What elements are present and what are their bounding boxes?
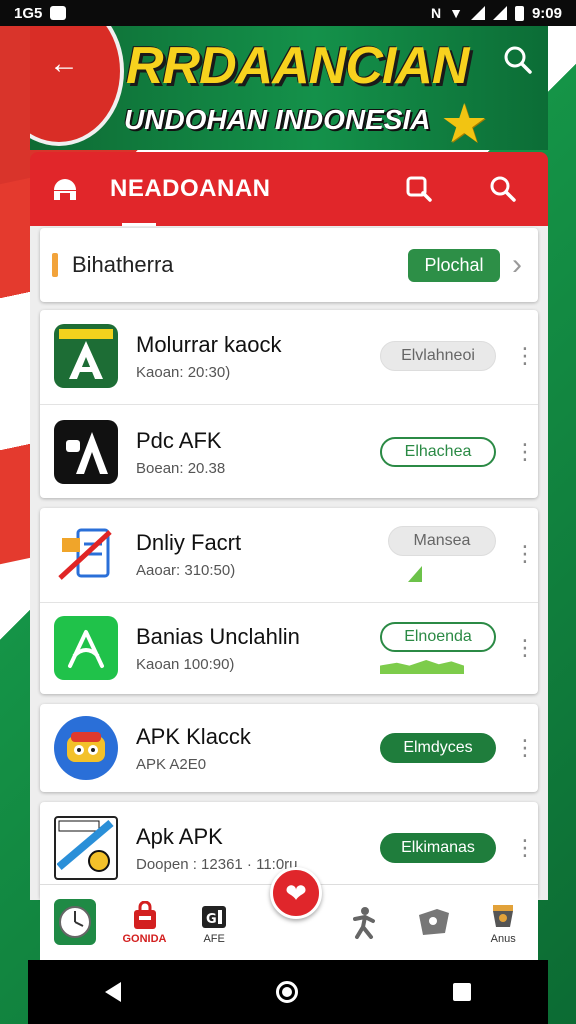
app-meta: Boean: 20.38 <box>136 459 226 477</box>
nav-item-anus[interactable]: Anus <box>468 901 538 945</box>
more-vert-icon[interactable]: ⋮ <box>514 637 536 659</box>
search-icon-toolbar[interactable] <box>488 174 518 204</box>
app-name: Banias Unclahlin <box>136 623 300 649</box>
nav-label-shop: GONIDA <box>122 932 167 945</box>
app-name: Molurrar kaock <box>136 331 282 357</box>
banner-subtitle: UNDOHAN INDONESIA <box>124 104 431 135</box>
notification-icon <box>50 6 67 20</box>
filter-accent <box>52 253 58 277</box>
app-name: Apk APK <box>136 823 223 849</box>
toolbar: NEADOANAN <box>30 152 548 226</box>
app-name: Dnliy Facrt <box>136 529 242 555</box>
fab-button[interactable]: ❤ <box>270 867 322 919</box>
app-action-button[interactable]: Elhachea <box>380 437 496 467</box>
app-action-button[interactable]: Elnoenda <box>380 622 496 652</box>
person-running-icon <box>352 906 375 939</box>
store-logo-icon[interactable] <box>48 172 82 206</box>
system-recents-icon[interactable] <box>452 983 471 1001</box>
app-action-button[interactable]: Elvlahneoi <box>380 341 496 371</box>
app-icon-green <box>54 616 118 680</box>
system-home-icon[interactable] <box>275 981 298 1003</box>
more-vert-icon[interactable]: ⋮ <box>514 543 536 565</box>
app-meta: APK A2E0 <box>136 755 207 773</box>
app-icon-apk <box>54 420 118 484</box>
more-vert-icon[interactable]: ⋮ <box>514 837 536 859</box>
filter-row[interactable]: Bihatherra Plochal › <box>40 228 538 302</box>
app-icon-robot <box>54 716 118 780</box>
app-card-1: Molurrar kaock Kaoan: 20:30) Elvlahneoi … <box>40 310 538 498</box>
status-time-left: 1G5 <box>14 4 43 22</box>
wifi-icon: ▼ <box>449 5 463 21</box>
svg-text:G: G <box>206 912 217 927</box>
list-item[interactable]: Banias Unclahlin Kaoan 100:90) Elnoenda … <box>40 602 538 694</box>
nav-label-anus: Anus <box>490 932 516 945</box>
system-nav-bar <box>28 960 548 1024</box>
app-meta: Kaoan: 20:30) <box>136 363 231 381</box>
app-window: ← RRDAANCIAN UNDOHAN INDONESIA ★ NEADOAN… <box>30 26 548 960</box>
status-time-right: 9:09 <box>531 4 562 22</box>
apk-icon: G <box>202 905 227 928</box>
toolbar-title: NEADOANAN <box>110 175 271 202</box>
app-card-3: APK Klacck APK A2E0 Elmdyces ⋮ <box>40 704 538 792</box>
progress-indicator <box>408 566 422 582</box>
list-item[interactable]: Dnliy Facrt Aaoar: 310:50) Mansea ⋮ <box>40 508 538 600</box>
progress-indicator <box>380 660 464 674</box>
content-area: Bihatherra Plochal › Molurrar kaock Kaoa… <box>30 226 548 900</box>
bottom-nav: GONIDA G AFE Anus ❤ <box>40 867 538 960</box>
app-name: APK Klacck <box>136 723 251 749</box>
nav-label-apk: AFE <box>203 932 225 945</box>
app-meta: Kaoan 100:90) <box>136 655 235 673</box>
signal-icon <box>470 6 485 20</box>
app-name: Pdc AFK <box>136 427 222 453</box>
list-item[interactable]: APK Klacck APK A2E0 Elmdyces ⋮ <box>40 702 538 794</box>
more-vert-icon[interactable]: ⋮ <box>514 441 536 463</box>
filter-label: Bihatherra <box>72 252 174 277</box>
nav-item-apk[interactable]: G AFE <box>179 901 249 945</box>
more-vert-icon[interactable]: ⋮ <box>514 737 536 759</box>
nav-item-person[interactable] <box>329 905 399 941</box>
box-icon <box>493 904 514 927</box>
app-action-button[interactable]: Elmdyces <box>380 733 496 763</box>
nav-item-shop[interactable]: GONIDA <box>110 900 180 945</box>
scan-search-icon[interactable] <box>404 174 434 204</box>
nav-item-clock[interactable] <box>40 897 110 949</box>
header-banner: ← RRDAANCIAN UNDOHAN INDONESIA ★ <box>30 26 548 154</box>
app-meta: Aaoar: 310:50) <box>136 561 236 579</box>
nav-item-tag[interactable] <box>399 905 469 941</box>
banner-title: RRDAANCIAN <box>126 37 469 95</box>
clock-icon <box>53 898 96 945</box>
more-vert-icon[interactable]: ⋮ <box>514 345 536 367</box>
app-meta: Doopen : 12361 · 11:0ru <box>136 855 298 873</box>
signal-icon-2 <box>492 6 507 20</box>
app-action-button[interactable]: Elkimanas <box>380 833 496 863</box>
system-back-icon[interactable] <box>105 982 122 1002</box>
search-icon[interactable] <box>498 40 538 80</box>
app-icon-doc <box>54 522 118 586</box>
back-button[interactable]: ← <box>42 42 86 86</box>
app-card-2: Dnliy Facrt Aaoar: 310:50) Mansea ⋮ Bani… <box>40 508 538 694</box>
app-icon-ticket <box>54 816 118 880</box>
app-action-button[interactable]: Mansea <box>388 526 496 556</box>
app-icon-a <box>54 324 118 388</box>
battery-icon <box>514 5 524 21</box>
shopping-bag-icon <box>133 900 156 929</box>
filter-button[interactable]: Plochal <box>408 248 500 282</box>
chevron-right-icon[interactable]: › <box>512 248 522 282</box>
tag-icon <box>418 908 449 935</box>
list-item[interactable]: Molurrar kaock Kaoan: 20:30) Elvlahneoi … <box>40 310 538 402</box>
nfc-icon: N <box>430 5 442 21</box>
status-bar: 1G5 N ▼ 9:09 <box>0 0 576 26</box>
divider <box>40 404 538 405</box>
list-item[interactable]: Pdc AFK Boean: 20.38 Elhachea ⋮ <box>40 406 538 498</box>
star-icon: ★ <box>440 94 489 154</box>
